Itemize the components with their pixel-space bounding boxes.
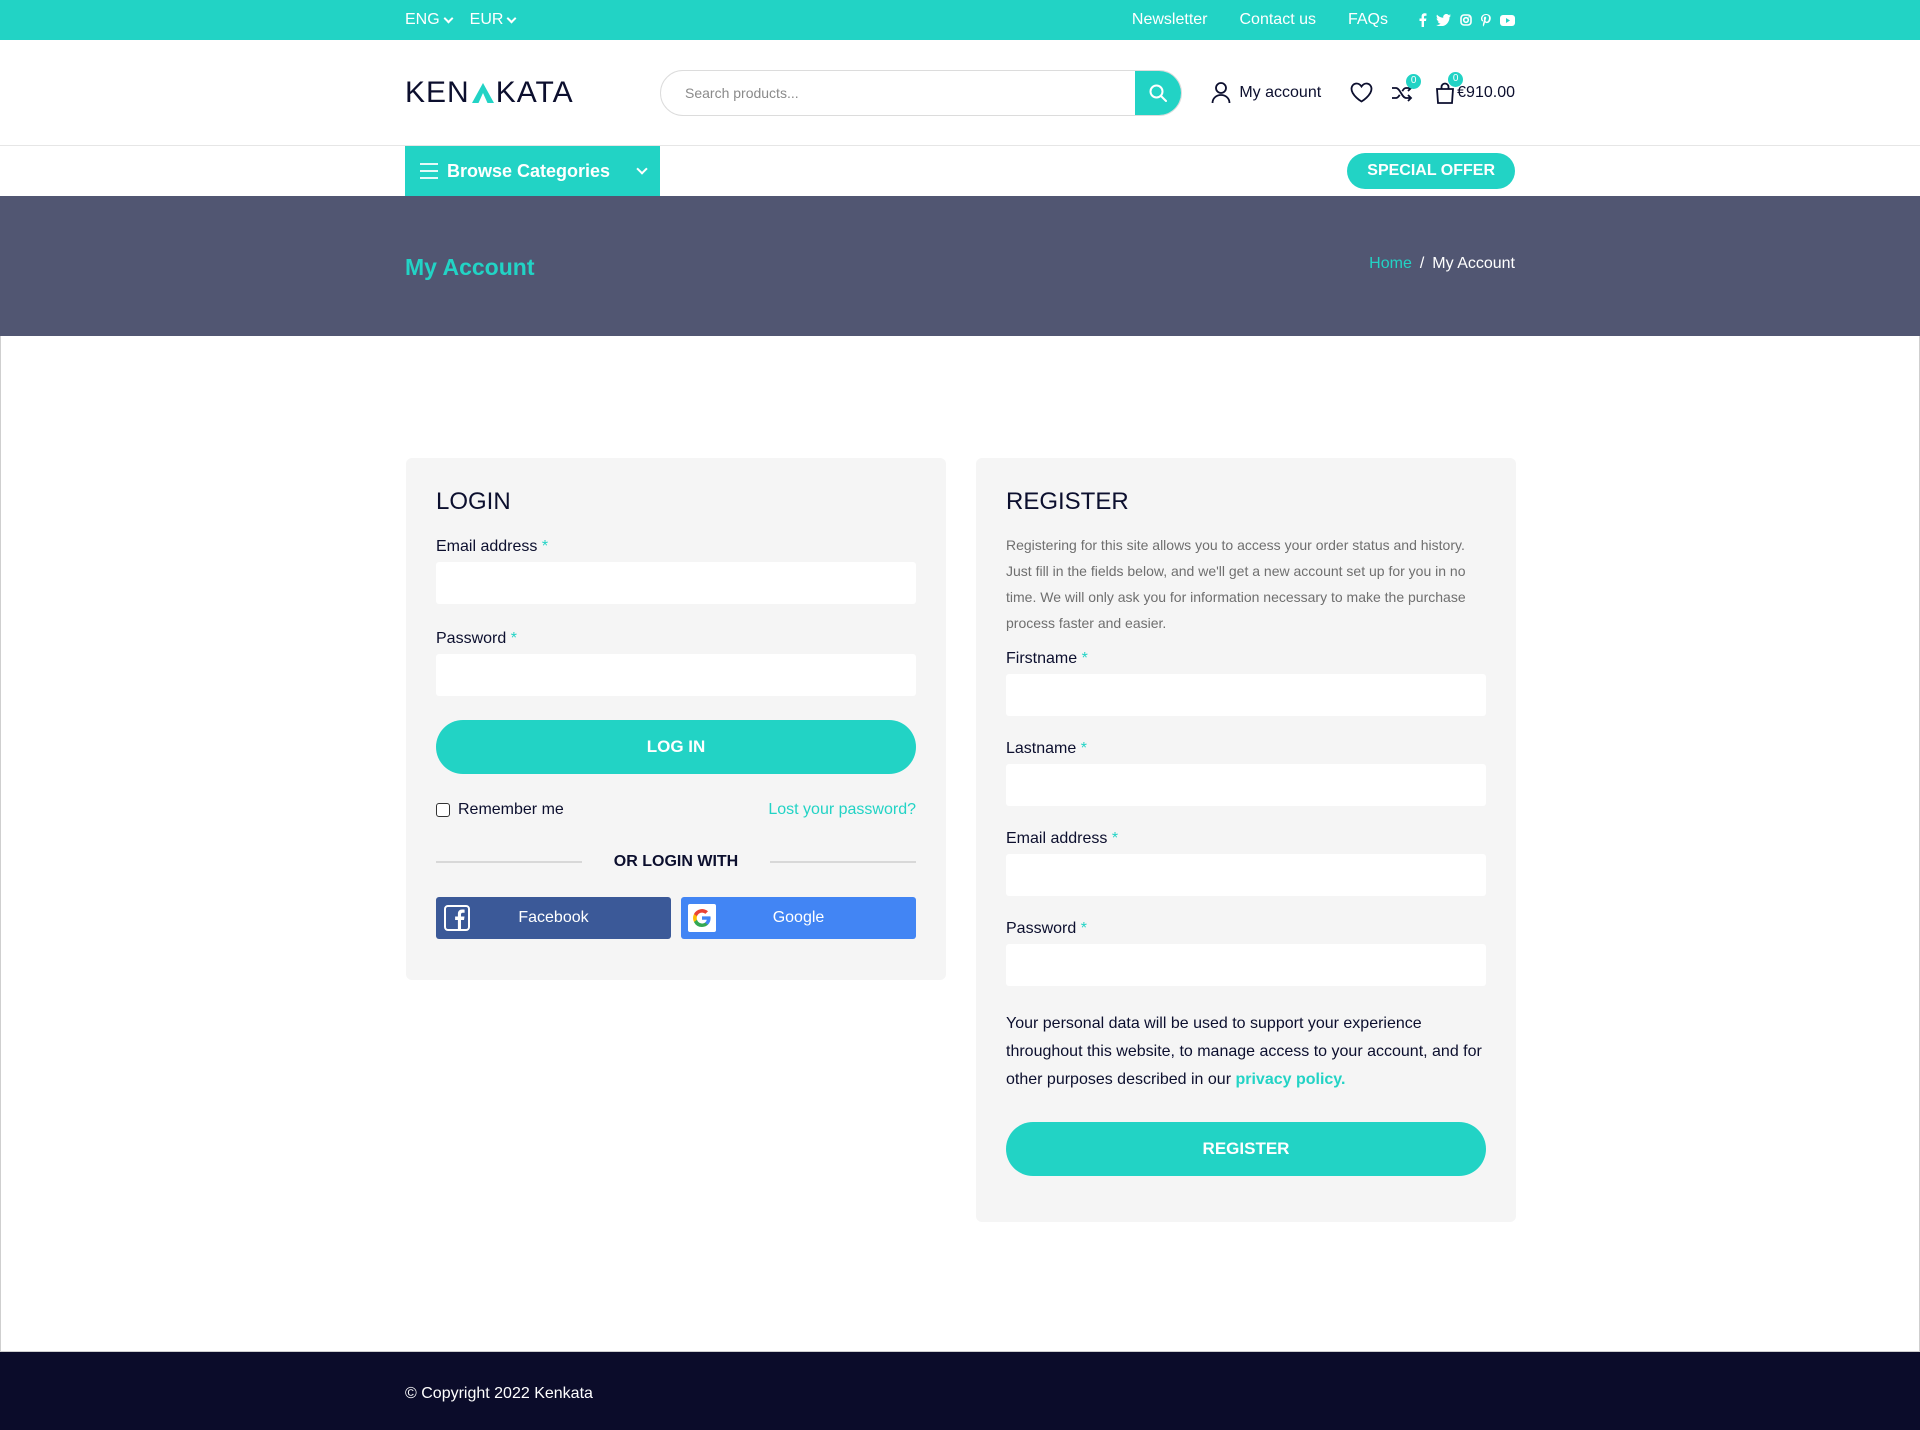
cart-count-badge: 0 [1448, 71, 1464, 87]
lastname-field[interactable] [1006, 764, 1486, 806]
login-email-field[interactable] [436, 562, 916, 604]
chevron-down-icon [443, 13, 454, 23]
page-title: My Account [405, 253, 535, 280]
google-login-button[interactable]: Google [681, 897, 916, 939]
logo-text-right: KATA [495, 75, 574, 109]
nav-bar: Browse Categories SPECIAL OFFER [0, 146, 1920, 196]
currency-value: EUR [469, 11, 504, 28]
checkbox-icon[interactable] [436, 803, 450, 817]
wishlist-button[interactable] [1350, 82, 1373, 103]
login-password-field[interactable] [436, 654, 916, 696]
user-icon [1211, 81, 1231, 103]
browse-categories-label: Browse Categories [447, 160, 611, 181]
youtube-icon[interactable] [1500, 14, 1515, 26]
cart-button[interactable]: 0 €910.00 [1435, 71, 1515, 104]
login-button[interactable]: LOG IN [436, 720, 916, 774]
page-banner: My Account Home / My Account [0, 196, 1920, 336]
login-panel: LOGIN Email address * Password * LOG IN … [406, 458, 946, 980]
register-password-field[interactable] [1006, 944, 1486, 986]
special-offer-button[interactable]: SPECIAL OFFER [1347, 153, 1515, 189]
cart-total: €910.00 [1457, 83, 1515, 101]
menu-icon [420, 163, 438, 179]
chevron-down-icon [636, 163, 648, 175]
register-button[interactable]: REGISTER [1006, 1122, 1486, 1176]
facebook-icon[interactable] [1418, 13, 1427, 27]
register-email-field[interactable] [1006, 854, 1486, 896]
main-content: LOGIN Email address * Password * LOG IN … [0, 336, 1920, 1352]
register-password-label: Password * [1006, 920, 1087, 937]
heart-icon [1350, 82, 1373, 103]
breadcrumb-home-link[interactable]: Home [1369, 255, 1412, 273]
my-account-link[interactable]: My account [1211, 81, 1322, 104]
firstname-label: Firstname * [1006, 650, 1088, 667]
firstname-field[interactable] [1006, 674, 1486, 716]
instagram-icon[interactable] [1460, 14, 1472, 26]
or-login-with-label: OR LOGIN WITH [613, 853, 739, 870]
search-input[interactable] [661, 70, 1135, 115]
compare-count-badge: 0 [1406, 73, 1422, 89]
pinterest-icon[interactable] [1481, 13, 1491, 27]
privacy-policy-link[interactable]: privacy policy. [1235, 1071, 1345, 1088]
copyright-text: © Copyright 2022 Kenkata [405, 1385, 593, 1402]
google-login-label: Google [772, 909, 825, 926]
register-description: Registering for this site allows you to … [1006, 537, 1466, 631]
site-logo[interactable]: KEN KATA [405, 76, 660, 110]
contact-us-link[interactable]: Contact us [1240, 11, 1316, 29]
chevron-down-icon [507, 13, 517, 23]
site-footer: © Copyright 2022 Kenkata [0, 1352, 1920, 1430]
register-panel: REGISTER Registering for this site allow… [976, 458, 1516, 1222]
breadcrumb-current: My Account [1432, 255, 1515, 272]
faqs-link[interactable]: FAQs [1348, 11, 1388, 29]
newsletter-link[interactable]: Newsletter [1132, 11, 1208, 29]
login-title: LOGIN [436, 488, 511, 515]
register-email-label: Email address * [1006, 830, 1119, 847]
breadcrumb-separator: / [1419, 255, 1425, 272]
top-bar: ENG EUR Newsletter Contact us FAQs [0, 0, 1920, 40]
or-login-with-divider: OR LOGIN WITH [436, 853, 916, 871]
my-account-label: My account [1239, 83, 1322, 101]
facebook-login-button[interactable]: Facebook [436, 897, 671, 939]
logo-text-left: KEN [405, 75, 470, 109]
twitter-icon[interactable] [1436, 14, 1451, 26]
logo-triangle-icon [471, 82, 494, 103]
login-email-label: Email address * [436, 538, 549, 555]
language-value: ENG [405, 11, 440, 28]
search-button[interactable] [1135, 70, 1181, 115]
remember-me-label: Remember me [458, 801, 564, 818]
privacy-notice: Your personal data will be used to suppo… [1006, 1015, 1482, 1088]
lastname-label: Lastname * [1006, 740, 1087, 757]
search-bar [660, 69, 1182, 116]
lost-password-link[interactable]: Lost your password? [768, 801, 916, 819]
language-selector[interactable]: ENG [405, 11, 454, 29]
remember-me-checkbox[interactable]: Remember me [436, 801, 564, 819]
browse-categories-button[interactable]: Browse Categories [405, 146, 660, 196]
register-title: REGISTER [1006, 488, 1129, 515]
search-icon [1149, 84, 1167, 102]
currency-selector[interactable]: EUR [469, 11, 517, 29]
social-links [1418, 13, 1515, 27]
facebook-login-label: Facebook [518, 909, 589, 926]
login-password-label: Password * [436, 630, 517, 647]
site-header: KEN KATA My account 0 [0, 40, 1920, 146]
compare-button[interactable]: 0 [1391, 73, 1422, 102]
breadcrumb: Home / My Account [1369, 255, 1515, 273]
